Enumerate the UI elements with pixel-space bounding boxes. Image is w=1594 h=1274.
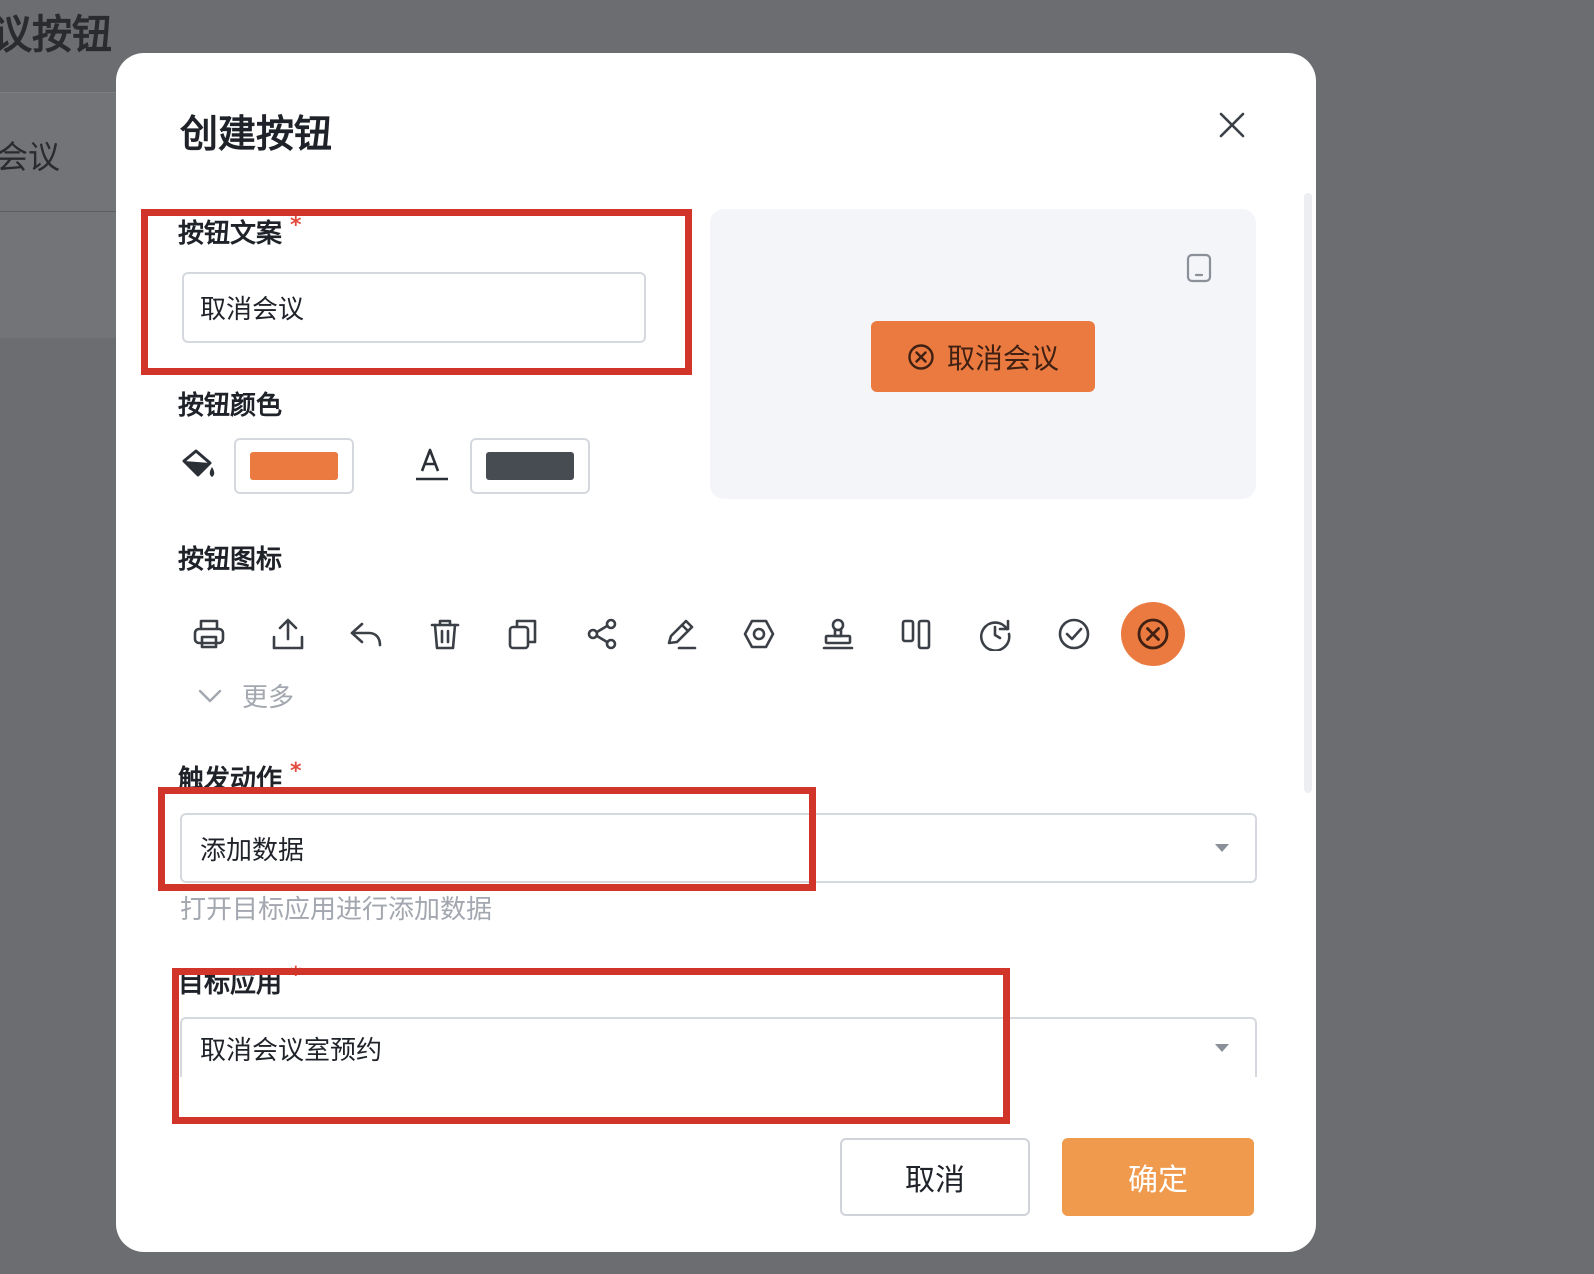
close-icon	[1219, 112, 1245, 138]
circle-x-icon	[1137, 618, 1169, 650]
trigger-action-label: 触发动作 *	[178, 759, 302, 795]
settings-icon	[743, 619, 775, 649]
circle-x-icon	[908, 343, 934, 370]
scrollbar-thumb[interactable]	[1304, 193, 1312, 793]
dropdown-caret-icon	[1215, 844, 1229, 852]
preview-button: 取消会议	[871, 321, 1095, 392]
icon-option-upload[interactable]	[256, 602, 320, 666]
print-icon	[193, 619, 225, 649]
target-app-select[interactable]: 取消会议室预约	[180, 1017, 1257, 1077]
fill-color-picker[interactable]	[234, 438, 354, 494]
text-color-swatch	[486, 452, 574, 480]
trigger-action-hint: 打开目标应用进行添加数据	[180, 895, 493, 925]
text-color-picker[interactable]	[470, 438, 590, 494]
icon-option-settings[interactable]	[727, 602, 791, 666]
upload-icon	[272, 618, 304, 650]
columns-icon	[901, 619, 931, 650]
chevron-down-icon	[198, 689, 222, 702]
button-preview-panel: 取消会议	[710, 209, 1256, 499]
icon-option-share[interactable]	[570, 602, 634, 666]
icon-option-trash[interactable]	[413, 602, 477, 666]
button-icon-label: 按钮图标	[178, 545, 283, 575]
check-circle-icon	[1058, 618, 1090, 650]
cancel-button[interactable]: 取消	[840, 1138, 1030, 1216]
icon-option-copy[interactable]	[491, 602, 555, 666]
target-app-value: 取消会议室预约	[200, 1035, 383, 1066]
preview-button-label: 取消会议	[946, 341, 1059, 375]
close-button[interactable]	[1212, 105, 1252, 145]
target-app-label: 目标应用 *	[178, 963, 302, 999]
create-button-dialog: 创建按钮 按钮文案* 取消会议 按钮颜色	[116, 53, 1316, 1252]
edit-icon	[667, 619, 697, 650]
icon-option-circle-x-selected[interactable]	[1121, 602, 1185, 666]
icon-option-print[interactable]	[177, 602, 241, 666]
icon-option-edit[interactable]	[649, 602, 713, 666]
trash-icon	[430, 619, 460, 650]
icon-option-check-circle[interactable]	[1042, 602, 1106, 666]
fill-color-swatch	[250, 452, 338, 480]
dropdown-caret-icon	[1215, 1044, 1229, 1052]
icon-option-history[interactable]	[963, 602, 1027, 666]
background-list-item: 会议	[0, 138, 61, 176]
icon-option-reply[interactable]	[334, 602, 398, 666]
copy-icon	[508, 619, 537, 650]
button-text-label: 按钮文案 *	[178, 213, 302, 249]
history-icon	[979, 619, 1011, 651]
background-page-title: 议按钮	[0, 12, 112, 58]
button-color-label: 按钮颜色	[178, 391, 283, 421]
paint-bucket-icon	[182, 449, 215, 477]
icon-option-columns[interactable]	[885, 602, 949, 666]
more-label: 更多	[242, 683, 295, 713]
stamp-icon	[822, 618, 854, 650]
trigger-action-value: 添加数据	[200, 835, 305, 866]
reply-icon	[350, 622, 382, 647]
more-icons-toggle[interactable]: 更多	[198, 677, 294, 714]
trigger-action-select[interactable]: 添加数据	[180, 813, 1257, 883]
confirm-button[interactable]: 确定	[1062, 1138, 1254, 1216]
icon-option-stamp[interactable]	[806, 602, 870, 666]
text-color-icon	[416, 448, 448, 481]
share-icon	[587, 618, 617, 650]
dialog-title: 创建按钮	[180, 112, 333, 156]
button-text-input[interactable]	[182, 272, 646, 343]
mobile-device-icon[interactable]	[1186, 253, 1212, 283]
